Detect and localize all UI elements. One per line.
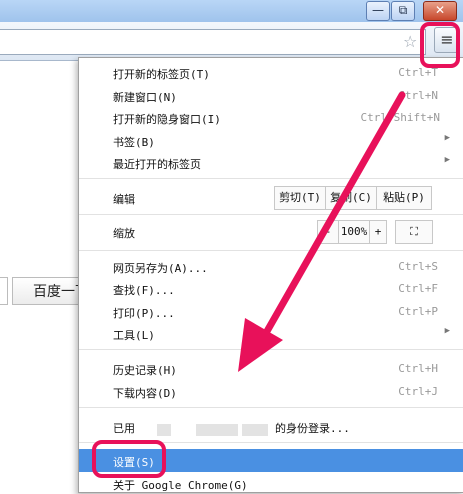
annotation-arrow-icon bbox=[238, 91, 406, 372]
